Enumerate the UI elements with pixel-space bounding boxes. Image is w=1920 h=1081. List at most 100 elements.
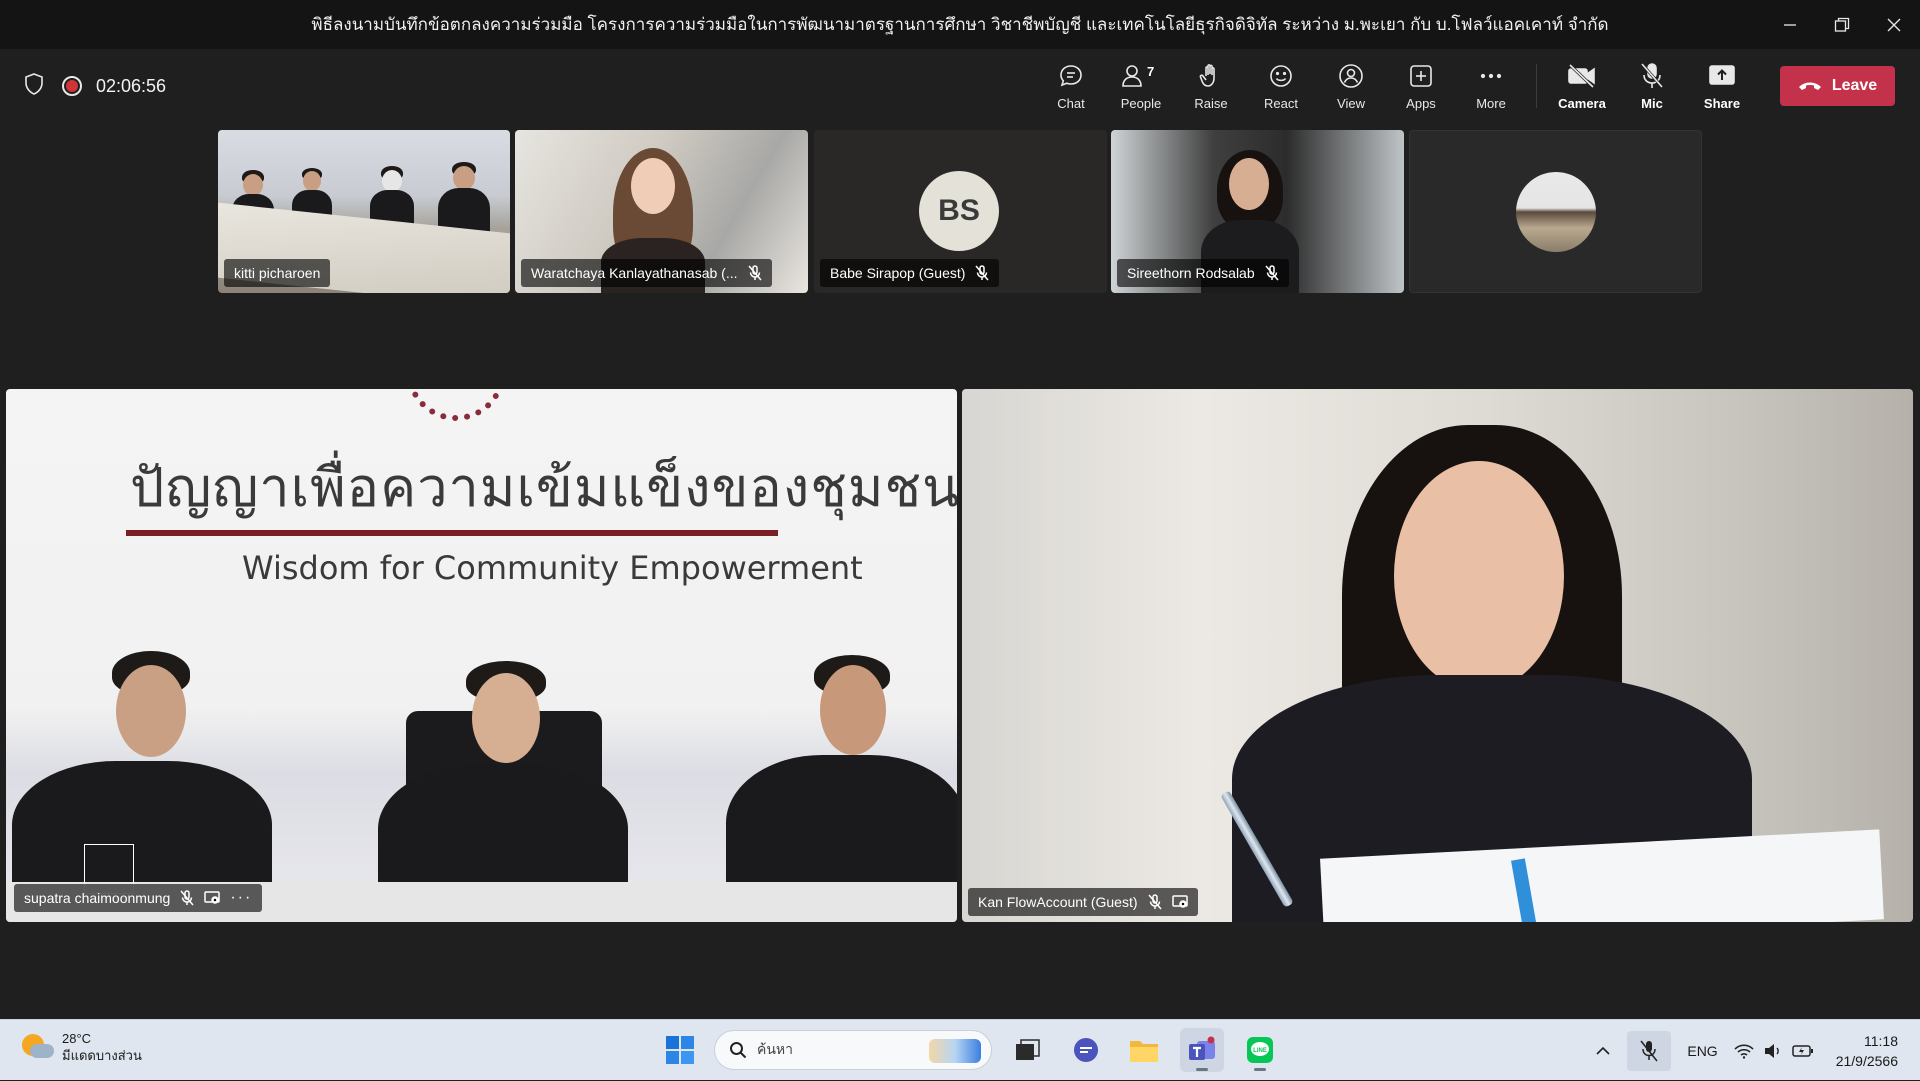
input-language-indicator[interactable]: ENG <box>1679 1020 1725 1081</box>
line-app[interactable]: LINE <box>1238 1028 1282 1072</box>
weather-description: มีแดดบางส่วน <box>62 1048 142 1063</box>
participant-name-tag: kitti picharoen <box>224 259 331 287</box>
partly-sunny-icon <box>22 1032 54 1062</box>
participant-video-main[interactable]: ปัญญาเพื่อความเข้มแข็งของชุมชน Wisdom fo… <box>6 389 957 922</box>
university-emblem <box>406 389 506 421</box>
people-button[interactable]: 7 People <box>1106 49 1176 123</box>
hang-up-icon <box>1798 82 1821 90</box>
window-title: พิธีลงนามบันทึกข้อตกลงความร่วมมือ โครงกา… <box>311 15 1609 34</box>
screen-share-indicator-icon <box>204 891 221 904</box>
participant-avatar <box>1516 172 1596 252</box>
clock-date: 21/9/2566 <box>1835 1052 1898 1069</box>
start-button[interactable] <box>660 1030 700 1070</box>
participant-tile[interactable]: kitti picharoen <box>218 130 510 293</box>
search-placeholder: ค้นหา <box>757 1041 794 1057</box>
backdrop-divider <box>126 530 778 536</box>
meeting-stage: kitti picharoen Waratchaya Kanlayathanas… <box>0 123 1920 1019</box>
meeting-toolbar: 02:06:56 Chat 7 People Raise React View … <box>0 49 1920 123</box>
participant-video-main[interactable]: Kan FlowAccount (Guest) <box>962 389 1913 922</box>
taskbar-clock[interactable]: 11:18 21/9/2566 <box>1822 1031 1920 1071</box>
screen-share-indicator-icon <box>1171 895 1188 908</box>
mic-muted-icon <box>1147 894 1162 910</box>
windows-taskbar: 28°C มีแดดบางส่วน ค้นหา LINE ENG 11:18 2… <box>0 1019 1920 1080</box>
react-button[interactable]: React <box>1246 49 1316 123</box>
restore-button[interactable] <box>1816 0 1868 49</box>
camera-button[interactable]: Camera <box>1547 49 1617 123</box>
taskbar-apps: ค้นหา LINE <box>660 1028 1282 1072</box>
participant-more-icon[interactable]: ··· <box>230 889 252 907</box>
svg-text:LINE: LINE <box>1253 1048 1267 1054</box>
mic-off-icon <box>1640 62 1664 88</box>
task-view-button[interactable] <box>1006 1028 1050 1072</box>
running-app-indicator <box>1254 1068 1266 1071</box>
participant-name-tag: Kan FlowAccount (Guest) <box>968 888 1198 916</box>
task-view-icon <box>1016 1039 1040 1060</box>
chat-app-icon <box>1074 1038 1098 1062</box>
meeting-timer: 02:06:56 <box>96 75 167 96</box>
network-volume-battery-button[interactable] <box>1726 1020 1822 1081</box>
mic-muted-tray-icon <box>1640 1040 1658 1061</box>
window-title-bar: พิธีลงนามบันทึกข้อตกลงความร่วมมือ โครงกา… <box>0 0 1920 49</box>
add-app-icon <box>1410 64 1432 87</box>
security-shield-icon[interactable] <box>24 72 44 100</box>
people-icon <box>1122 64 1142 87</box>
battery-charging-icon <box>1791 1044 1813 1057</box>
system-tray: ENG 11:18 21/9/2566 <box>1587 1020 1920 1081</box>
apps-button[interactable]: Apps <box>1386 49 1456 123</box>
view-person-icon <box>1339 63 1363 88</box>
view-button[interactable]: View <box>1316 49 1386 123</box>
minimize-icon <box>1784 23 1796 26</box>
mic-muted-icon <box>975 265 989 281</box>
people-count: 7 <box>1147 63 1155 79</box>
participant-name-tag: Babe Sirapop (Guest) <box>820 259 1000 287</box>
active-app-indicator <box>1196 1068 1208 1071</box>
share-screen-icon <box>1709 64 1735 85</box>
clock-time: 11:18 <box>1864 1032 1898 1049</box>
close-icon <box>1887 18 1901 31</box>
chat-button[interactable]: Chat <box>1036 49 1106 123</box>
search-highlight-image <box>929 1039 981 1063</box>
participant-tile[interactable]: BS Babe Sirapop (Guest) <box>814 130 1107 293</box>
show-hidden-icons-button[interactable] <box>1587 1020 1619 1081</box>
mic-button[interactable]: Mic <box>1617 49 1687 123</box>
raise-hand-icon <box>1199 63 1215 87</box>
participant-name-tag: supatra chaimoonmung ··· <box>14 884 263 912</box>
mic-muted-icon <box>747 265 762 281</box>
weather-temperature: 28°C <box>62 1031 92 1046</box>
close-button[interactable] <box>1868 0 1920 49</box>
backdrop-thai-slogan: ปัญญาเพื่อความเข้มแข็งของชุมชน <box>130 456 957 519</box>
file-explorer-app[interactable] <box>1122 1028 1166 1072</box>
participant-tile[interactable]: Sireethorn Rodsalab <box>1111 130 1404 293</box>
line-icon: LINE <box>1247 1037 1273 1063</box>
participant-tile[interactable] <box>1409 130 1702 293</box>
restore-icon <box>1834 17 1850 32</box>
participant-tile[interactable]: Waratchaya Kanlayathanasab (... <box>515 130 808 293</box>
recording-indicator-icon <box>62 76 82 96</box>
mic-muted-icon <box>180 890 194 906</box>
weather-widget[interactable]: 28°C มีแดดบางส่วน <box>22 1030 142 1064</box>
camera-off-icon <box>1568 63 1595 88</box>
teams-icon <box>1189 1036 1215 1060</box>
chat-icon <box>1060 64 1082 86</box>
emoji-icon <box>1270 64 1292 87</box>
teams-app[interactable] <box>1180 1028 1224 1072</box>
search-icon <box>730 1042 747 1059</box>
leave-button[interactable]: Leave <box>1780 66 1895 106</box>
minimize-button[interactable] <box>1764 0 1816 49</box>
chevron-up-icon <box>1596 1046 1610 1055</box>
participant-name-tag: Waratchaya Kanlayathanasab (... <box>521 259 772 287</box>
teams-chat-app[interactable] <box>1064 1028 1108 1072</box>
more-icon <box>1480 73 1502 78</box>
raise-hand-button[interactable]: Raise <box>1176 49 1246 123</box>
meeting-actions: Chat 7 People Raise React View Apps More <box>1036 49 1757 123</box>
mic-in-use-button[interactable] <box>1619 1020 1679 1081</box>
taskbar-search[interactable]: ค้นหา <box>714 1030 992 1070</box>
folder-icon <box>1130 1041 1158 1062</box>
volume-icon <box>1764 1043 1779 1058</box>
mic-muted-icon <box>1265 265 1279 281</box>
participant-name-tag: Sireethorn Rodsalab <box>1117 259 1289 287</box>
share-button[interactable]: Share <box>1687 49 1757 123</box>
windows-logo-icon <box>666 1036 694 1064</box>
participant-avatar: BS <box>919 171 999 251</box>
more-button[interactable]: More <box>1456 49 1526 123</box>
